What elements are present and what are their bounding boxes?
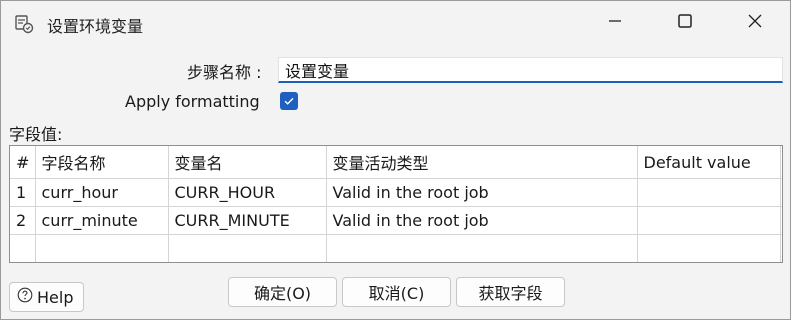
table-row-empty[interactable] bbox=[10, 234, 782, 262]
row-number: 1 bbox=[10, 178, 36, 207]
header-row-number[interactable]: # bbox=[10, 146, 36, 179]
cell-filler bbox=[780, 178, 782, 207]
title-bar: 设置环境变量 bbox=[1, 1, 790, 45]
help-button-label: Help bbox=[37, 287, 74, 307]
minimize-button[interactable] bbox=[581, 1, 649, 45]
ok-button[interactable]: 确定(O) bbox=[228, 277, 337, 307]
minimize-icon bbox=[607, 13, 623, 33]
header-variable-name[interactable]: 变量名 bbox=[168, 146, 327, 179]
cancel-button[interactable]: 取消(C) bbox=[342, 277, 451, 307]
close-button[interactable] bbox=[721, 1, 789, 45]
get-fields-button[interactable]: 获取字段 bbox=[456, 277, 565, 307]
dialog-window: 设置环境变量 步骤名称 : Apply formatting 字段值: bbox=[0, 0, 791, 320]
row-number: 2 bbox=[10, 206, 36, 235]
step-name-label: 步骤名称 : bbox=[187, 63, 262, 82]
cell-variable-scope-type[interactable] bbox=[326, 234, 638, 262]
help-icon bbox=[17, 287, 33, 307]
cell-filler bbox=[780, 206, 782, 235]
fields-label: 字段值: bbox=[9, 125, 63, 144]
window-title: 设置环境变量 bbox=[47, 17, 144, 36]
cell-default-value[interactable] bbox=[637, 206, 781, 235]
cell-variable-scope-type[interactable]: Valid in the root job bbox=[326, 178, 638, 207]
cell-variable-scope-type[interactable]: Valid in the root job bbox=[326, 206, 638, 235]
header-field-name[interactable]: 字段名称 bbox=[35, 146, 169, 179]
maximize-button[interactable] bbox=[651, 1, 719, 45]
cell-filler bbox=[780, 234, 782, 262]
row-number bbox=[10, 234, 36, 262]
cell-field-name[interactable]: curr_minute bbox=[35, 206, 169, 235]
cell-default-value[interactable] bbox=[637, 178, 781, 207]
table-header-row: # 字段名称 变量名 变量活动类型 Default value bbox=[10, 146, 782, 179]
cell-variable-name[interactable]: CURR_HOUR bbox=[168, 178, 327, 207]
settings-variable-icon bbox=[13, 13, 35, 35]
cell-variable-name[interactable] bbox=[168, 234, 327, 262]
close-icon bbox=[747, 13, 763, 33]
maximize-icon bbox=[677, 13, 693, 33]
checkmark-icon bbox=[283, 92, 295, 111]
cell-field-name[interactable] bbox=[35, 234, 169, 262]
table-row[interactable]: 2 curr_minute CURR_MINUTE Valid in the r… bbox=[10, 206, 782, 235]
apply-formatting-checkbox[interactable] bbox=[280, 92, 298, 110]
table-row[interactable]: 1 curr_hour CURR_HOUR Valid in the root … bbox=[10, 178, 782, 207]
fields-table: # 字段名称 变量名 变量活动类型 Default value 1 curr_h… bbox=[9, 145, 783, 263]
header-filler bbox=[780, 146, 782, 179]
help-button[interactable]: Help bbox=[9, 282, 84, 312]
cell-field-name[interactable]: curr_hour bbox=[35, 178, 169, 207]
step-name-input[interactable] bbox=[278, 57, 783, 83]
cell-default-value[interactable] bbox=[637, 234, 781, 262]
header-variable-scope-type[interactable]: 变量活动类型 bbox=[326, 146, 638, 179]
apply-formatting-label: Apply formatting bbox=[125, 92, 260, 111]
cell-variable-name[interactable]: CURR_MINUTE bbox=[168, 206, 327, 235]
header-default-value[interactable]: Default value bbox=[637, 146, 781, 179]
